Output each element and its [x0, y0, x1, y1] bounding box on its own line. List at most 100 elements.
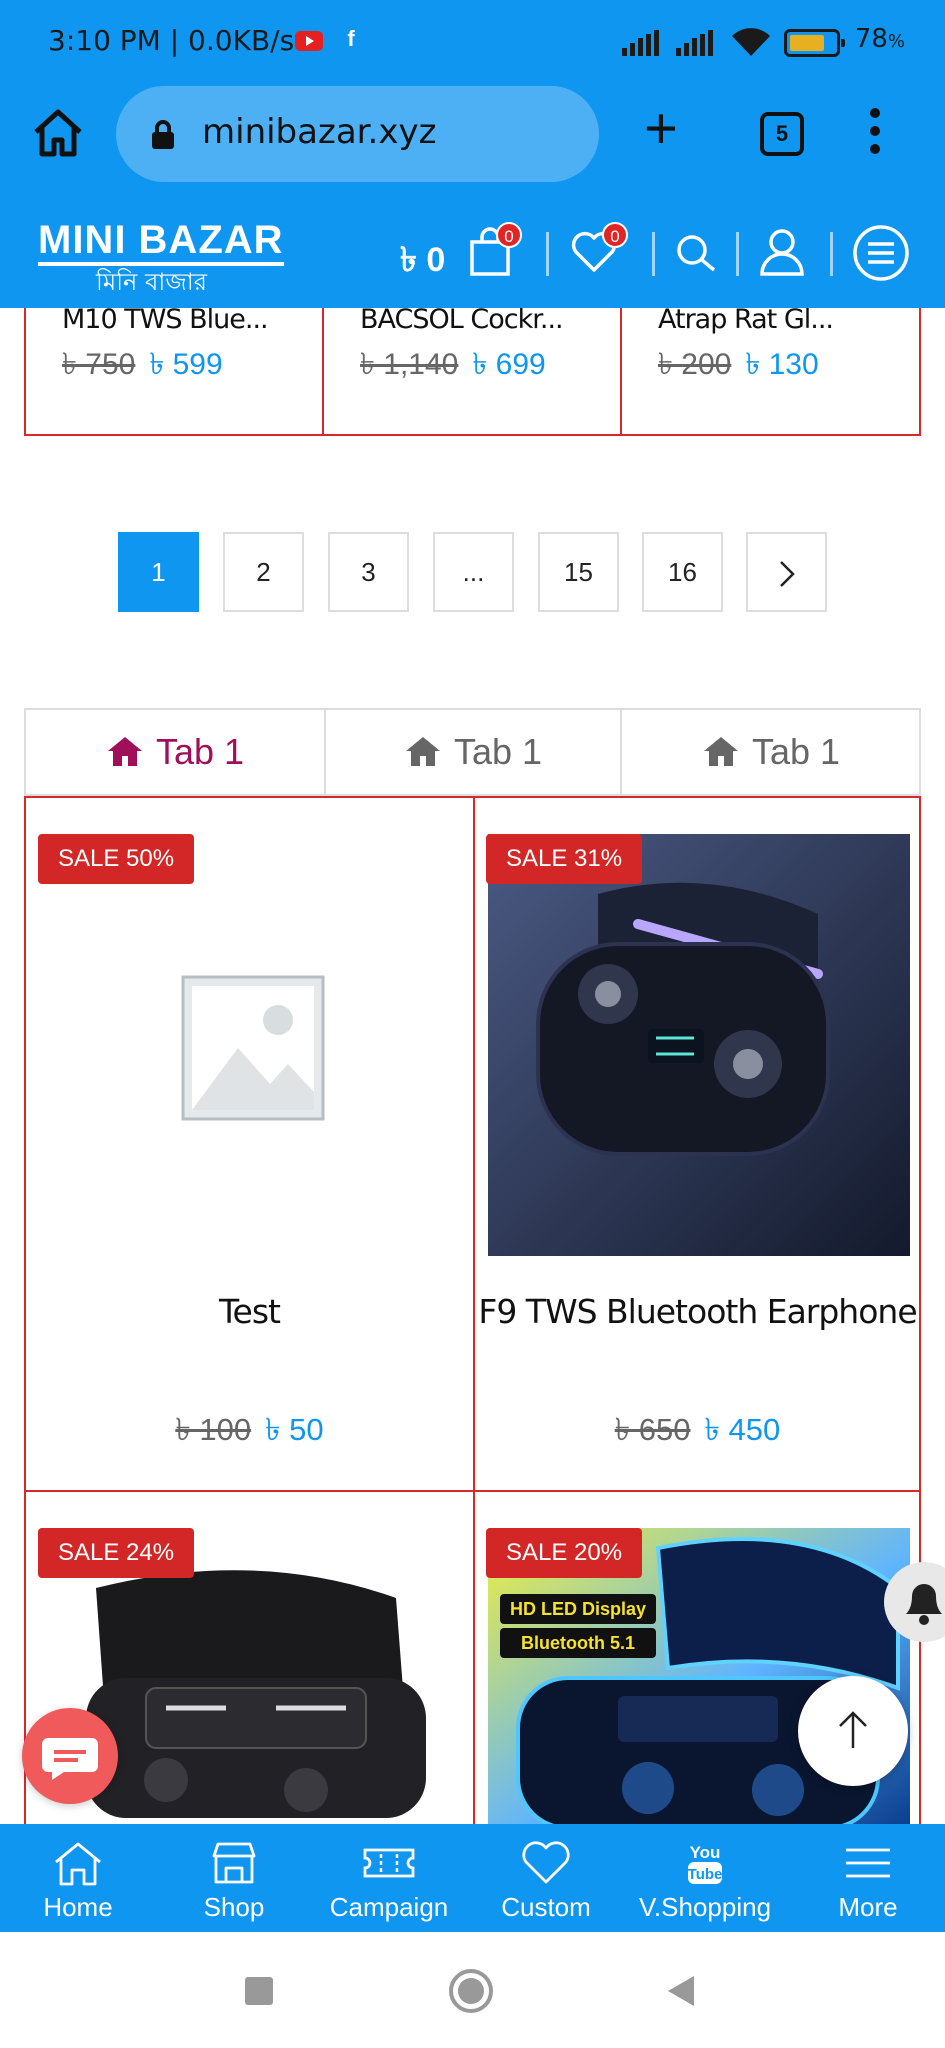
- header-divider: [652, 232, 655, 276]
- heart-icon: [522, 1841, 570, 1884]
- home-button-icon[interactable]: [448, 1968, 494, 2014]
- nav-more[interactable]: More: [820, 1824, 916, 1932]
- ticket-icon: [363, 1848, 415, 1878]
- battery-level: [790, 35, 825, 51]
- sale-price: ৳ 450: [704, 1412, 781, 1447]
- sale-badge: SALE 50%: [38, 834, 195, 884]
- address-bar[interactable]: minibazar.xyz: [116, 86, 599, 182]
- page-1[interactable]: 1: [118, 532, 199, 612]
- hamburger-menu-icon[interactable]: [852, 224, 910, 282]
- nav-home[interactable]: Home: [22, 1824, 134, 1932]
- shop-icon: [212, 1842, 256, 1884]
- scroll-to-top-button[interactable]: [798, 1676, 908, 1786]
- top-product-row: M10 TWS Blue... ৳ 750 ৳ 599 BACSOL Cockr.…: [24, 308, 921, 436]
- page-16[interactable]: 16: [642, 532, 723, 612]
- old-price: ৳ 750: [62, 348, 136, 381]
- tab-2[interactable]: Tab 1: [324, 710, 622, 794]
- old-price: ৳ 650: [614, 1412, 691, 1447]
- site-logo-bangla: মিনি বাজার: [96, 268, 207, 296]
- product-tabs: Tab 1 Tab 1 Tab 1: [24, 708, 921, 796]
- site-header: MINI BAZAR মিনি বাজার ৳ 0 0 0: [0, 202, 945, 308]
- sale-price: ৳ 599: [149, 348, 223, 381]
- sale-price: ৳ 50: [265, 1412, 324, 1447]
- product-name[interactable]: F9 TWS Bluetooth Earphone: [474, 1292, 921, 1331]
- header-divider: [830, 232, 833, 276]
- hd-led-label: HD LED Display: [500, 1594, 656, 1624]
- sale-badge: SALE 31%: [486, 834, 643, 884]
- status-time: 3:10 PM | 0.0KB/s: [48, 24, 295, 57]
- chat-bubble-icon: [42, 1738, 98, 1780]
- home-icon: [55, 1842, 101, 1886]
- search-icon[interactable]: [672, 226, 720, 278]
- signal-icon: [622, 30, 659, 56]
- page-2[interactable]: 2: [223, 532, 304, 612]
- header-divider: [546, 232, 549, 276]
- youtube-icon: You Tube: [688, 1843, 723, 1884]
- chat-widget-button[interactable]: [22, 1708, 118, 1804]
- site-logo[interactable]: MINI BAZAR: [38, 218, 284, 266]
- bell-icon: [906, 1584, 942, 1625]
- svg-text:You: You: [690, 1843, 721, 1862]
- url-text: minibazar.xyz: [202, 112, 437, 152]
- product-name[interactable]: BACSOL Cockr...: [360, 308, 564, 335]
- notification-bell-button[interactable]: [884, 1562, 945, 1642]
- battery-percent: 78%: [854, 24, 905, 54]
- product-name[interactable]: Atrap Rat Gl...: [658, 308, 834, 335]
- sale-badge: SALE 20%: [486, 1528, 643, 1578]
- product-price: ৳ 750 ৳ 599: [62, 340, 223, 391]
- sale-price: ৳ 699: [472, 348, 546, 381]
- earphone-product-image[interactable]: [488, 834, 910, 1256]
- nav-custom[interactable]: Custom: [488, 1824, 604, 1932]
- lock-icon: [152, 120, 174, 149]
- next-page-button[interactable]: [746, 532, 827, 612]
- tab-switcher-button[interactable]: 5: [760, 112, 804, 156]
- wifi-icon: [732, 28, 770, 56]
- cart-badge: 0: [496, 222, 522, 248]
- top-product-card[interactable]: M10 TWS Blue... ৳ 750 ৳ 599: [26, 308, 324, 436]
- nav-v-shopping[interactable]: You Tube V.Shopping: [630, 1824, 780, 1932]
- sale-badge: SALE 24%: [38, 1528, 195, 1578]
- system-navigation-bar: [0, 1932, 945, 2048]
- page-3[interactable]: 3: [328, 532, 409, 612]
- bottom-navigation: Home Shop Campaign Custom You Tube V.Shop…: [0, 1824, 945, 1932]
- page-ellipsis: ...: [433, 532, 514, 612]
- signal-2-icon: [676, 30, 713, 56]
- product-price: ৳ 100 ৳ 50: [26, 1406, 473, 1458]
- status-bar: 3:10 PM | 0.0KB/s f 78%: [0, 0, 945, 84]
- top-product-card[interactable]: Atrap Rat Gl... ৳ 200 ৳ 130: [622, 308, 919, 436]
- recents-button-icon[interactable]: [244, 1976, 274, 2006]
- product-grid: SALE 50% Test ৳ 100 ৳ 50 SALE 31% F9 TWS …: [24, 796, 921, 1824]
- product-price: ৳ 1,140 ৳ 699: [360, 340, 546, 391]
- header-divider: [736, 232, 739, 276]
- wishlist-badge: 0: [602, 222, 628, 248]
- grid-divider: [26, 1490, 919, 1492]
- home-icon: [405, 737, 440, 766]
- page-15[interactable]: 15: [538, 532, 619, 612]
- top-product-card[interactable]: BACSOL Cockr... ৳ 1,140 ৳ 699: [324, 308, 622, 436]
- main-content: M10 TWS Blue... ৳ 750 ৳ 599 BACSOL Cockr.…: [0, 308, 945, 1824]
- back-button-icon[interactable]: [666, 1974, 696, 2008]
- browser-toolbar: minibazar.xyz + 5: [0, 84, 945, 202]
- old-price: ৳ 200: [658, 348, 732, 381]
- nav-shop[interactable]: Shop: [178, 1824, 290, 1932]
- new-tab-button[interactable]: +: [644, 100, 678, 158]
- tab-1[interactable]: Tab 1: [26, 710, 324, 794]
- nav-campaign[interactable]: Campaign: [318, 1824, 460, 1932]
- old-price: ৳ 1,140: [360, 348, 459, 381]
- tab-3[interactable]: Tab 1: [622, 710, 920, 794]
- bluetooth-label: Bluetooth 5.1: [500, 1628, 656, 1658]
- user-account-icon[interactable]: [758, 226, 806, 278]
- old-price: ৳ 100: [175, 1412, 252, 1447]
- sale-price: ৳ 130: [745, 348, 819, 381]
- home-icon: [107, 737, 142, 766]
- browser-menu-icon[interactable]: [868, 108, 882, 160]
- product-name[interactable]: Test: [26, 1292, 473, 1331]
- svg-text:Tube: Tube: [688, 1866, 723, 1883]
- placeholder-image[interactable]: [178, 972, 328, 1124]
- product-name[interactable]: M10 TWS Blue...: [62, 308, 269, 335]
- home-icon: [703, 737, 738, 766]
- arrow-up-icon: [839, 1711, 867, 1748]
- browser-home-icon[interactable]: [30, 104, 86, 160]
- cart-total[interactable]: ৳ 0: [400, 234, 445, 291]
- youtube-notification-icon: [295, 31, 323, 51]
